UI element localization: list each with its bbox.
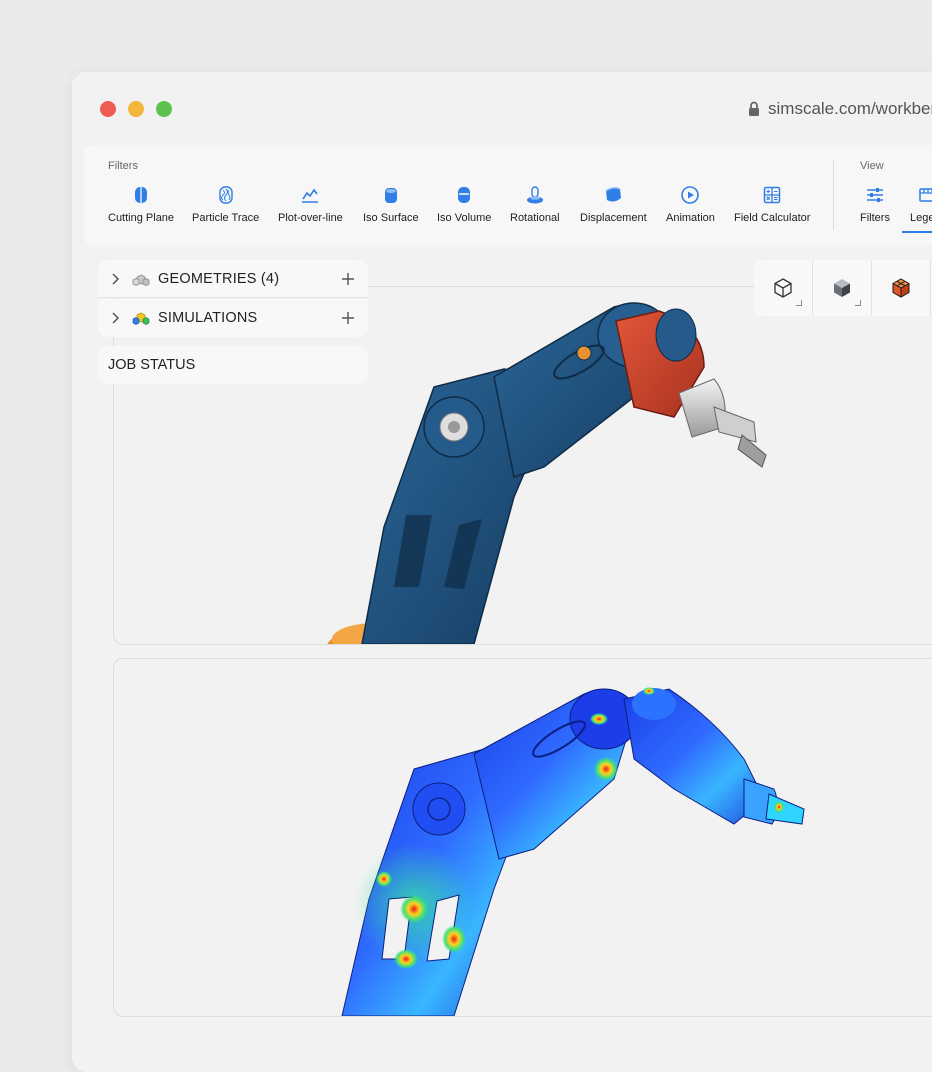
sliders-icon <box>866 188 883 202</box>
iso-volume-button[interactable]: Iso Volume <box>437 185 491 224</box>
chevron-right-icon[interactable] <box>98 272 132 285</box>
simulations-label: SIMULATIONS <box>158 310 258 326</box>
mesh-cube-icon <box>892 278 910 298</box>
iso-volume-label: Iso Volume <box>437 212 492 224</box>
rotational-label: Rotational <box>510 212 560 224</box>
close-window-button[interactable] <box>100 101 116 117</box>
wireframe-cube-icon <box>774 278 792 298</box>
plot-over-line-icon <box>302 188 319 203</box>
particle-trace-button[interactable]: Particle Trace <box>192 185 259 224</box>
iso-surface-icon <box>384 188 397 203</box>
robot-arm-stress-render <box>341 687 805 1016</box>
robot-arm-geometry-render <box>327 302 767 644</box>
rotational-button[interactable]: Rotational <box>510 185 560 224</box>
cutting-plane-icon <box>135 186 148 204</box>
plot-over-line-button[interactable]: Plot-over-line <box>278 185 343 224</box>
view-section-label: View <box>860 160 884 172</box>
calculator-icon <box>763 186 781 204</box>
maximize-window-button[interactable] <box>156 101 172 117</box>
wireframe-view-button[interactable] <box>754 260 813 316</box>
particle-trace-label: Particle Trace <box>192 212 260 224</box>
iso-surface-button[interactable]: Iso Surface <box>363 185 419 224</box>
legend-active-indicator <box>902 231 932 233</box>
iso-surface-label: Iso Surface <box>363 212 419 224</box>
animation-button[interactable]: Animation <box>666 185 715 224</box>
filters-toolbar: Filters View Cutting Plane Particle Trac… <box>84 145 932 245</box>
minimize-window-button[interactable] <box>128 101 144 117</box>
simulations-tree-item[interactable]: SIMULATIONS <box>98 299 368 337</box>
cutting-plane-label: Cutting Plane <box>108 212 175 224</box>
view-filters-label: Filters <box>860 212 890 224</box>
job-status-label: JOB STATUS <box>108 357 196 373</box>
particle-trace-icon <box>218 186 233 204</box>
mesh-view-button[interactable] <box>872 260 931 316</box>
displacement-button[interactable]: Displacement <box>580 185 647 224</box>
plot-over-line-label: Plot-over-line <box>278 212 343 224</box>
legend-label: Legend <box>910 212 932 224</box>
filters-section-label: Filters <box>108 160 138 172</box>
simulation-results-viewport[interactable] <box>113 658 932 1017</box>
play-circle-icon <box>681 186 700 204</box>
lock-icon <box>749 101 759 116</box>
solid-view-button[interactable] <box>813 260 872 316</box>
add-geometry-plus-icon[interactable] <box>328 272 368 286</box>
address-bar[interactable]: simscale.com/workbench <box>748 98 932 120</box>
url-text: simscale.com/workbench <box>768 99 932 118</box>
view-orientation-controls <box>754 260 932 316</box>
view-filters-button[interactable]: Filters <box>860 185 890 224</box>
rotational-icon <box>526 186 543 204</box>
field-calculator-label: Field Calculator <box>734 212 811 224</box>
corner-indicator <box>796 300 802 306</box>
geometry-cubes-icon <box>132 271 154 287</box>
legend-icon <box>919 188 932 202</box>
geometries-label: GEOMETRIES (4) <box>158 270 280 287</box>
animation-label: Animation <box>666 212 715 224</box>
browser-window: simscale.com/workbench Filters View Cutt… <box>72 72 932 1072</box>
simulation-cubes-icon <box>132 310 154 326</box>
add-simulation-plus-icon[interactable] <box>328 311 368 325</box>
iso-volume-icon <box>458 187 471 203</box>
solid-cube-icon <box>834 279 850 297</box>
chevron-right-icon[interactable] <box>98 312 132 324</box>
displacement-icon <box>605 187 622 202</box>
legend-button[interactable]: Legend <box>910 185 932 224</box>
toolbar-divider <box>833 160 834 230</box>
geometry-viewport[interactable] <box>113 286 932 645</box>
displacement-label: Displacement <box>580 212 647 224</box>
geometries-tree-item[interactable]: GEOMETRIES (4) <box>98 260 368 298</box>
cutting-plane-button[interactable]: Cutting Plane <box>108 185 174 224</box>
field-calculator-button[interactable]: Field Calculator <box>734 185 810 224</box>
job-status-panel[interactable]: JOB STATUS <box>98 346 368 384</box>
corner-indicator <box>855 300 861 306</box>
